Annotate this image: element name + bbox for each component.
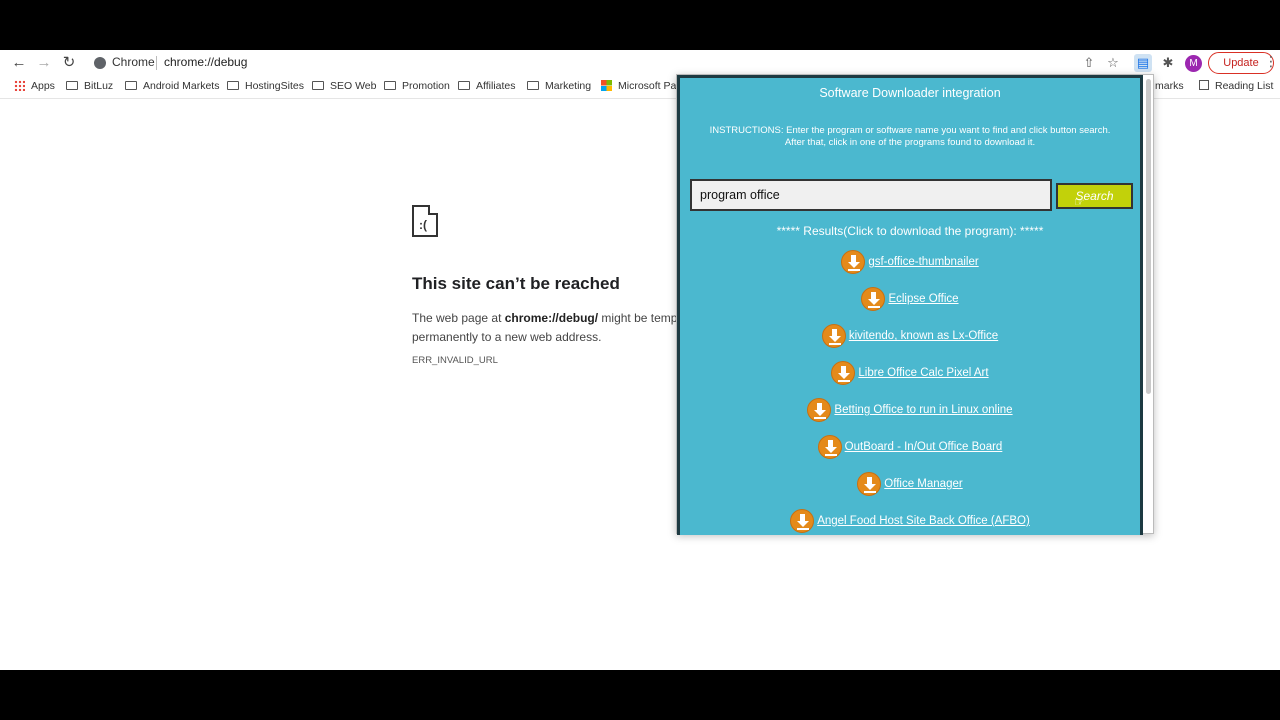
result-item[interactable]: Betting Office to run in Linux online <box>680 398 1140 425</box>
more-menu-icon[interactable]: ⋮ <box>1264 53 1278 70</box>
bookmark-label: SEO Web <box>330 80 377 92</box>
result-item[interactable]: kivitendo, known as Lx-Office <box>680 324 1140 351</box>
instructions-line2: After that, click in one of the programs… <box>784 137 1036 148</box>
bookmark-label: marks <box>1155 80 1184 92</box>
bookmark-android-markets[interactable]: Android Markets <box>125 80 219 92</box>
reading-list-icon <box>1199 80 1209 90</box>
browser-window: ← → ↻ Chrome chrome://debug ⇧ ☆ ▤ ✱ M Up… <box>0 50 1280 670</box>
error-text-line2: permanently to a new web address. <box>412 330 602 344</box>
omnibox-divider <box>156 56 157 70</box>
error-code: ERR_INVALID_URL <box>412 355 498 366</box>
bookmark-microsoft[interactable]: Microsoft Pa <box>601 80 676 92</box>
error-description: The web page at chrome://debug/ might be… <box>412 309 678 347</box>
result-item[interactable]: gsf-office-thumbnailer <box>680 250 1140 277</box>
download-icon <box>857 472 882 496</box>
back-icon[interactable]: ← <box>9 53 29 73</box>
sad-page-icon: :( <box>412 205 438 237</box>
bookmark-other[interactable]: marks <box>1155 80 1184 92</box>
search-button[interactable]: Search <box>1056 183 1133 209</box>
bookmark-label: Marketing <box>545 80 592 92</box>
bookmark-hostingsites[interactable]: HostingSites <box>227 80 304 92</box>
instructions-line1: INSTRUCTIONS: Enter the program or softw… <box>709 125 1111 136</box>
bookmark-label: HostingSites <box>245 80 304 92</box>
reload-icon[interactable]: ↻ <box>59 53 79 73</box>
bookmark-label: Reading List <box>1215 80 1274 92</box>
result-link[interactable]: kivitendo, known as Lx-Office <box>849 330 998 342</box>
result-link[interactable]: Angel Food Host Site Back Office (AFBO) <box>817 515 1030 527</box>
error-title: This site can’t be reached <box>412 274 620 293</box>
result-item[interactable]: Eclipse Office <box>680 287 1140 314</box>
bookmark-label: Promotion <box>402 80 450 92</box>
program-search-input[interactable] <box>690 179 1052 211</box>
error-text-after: might be temp <box>598 311 678 325</box>
bookmark-label: BitLuz <box>84 80 114 92</box>
download-icon <box>817 435 842 459</box>
result-link[interactable]: Office Manager <box>884 478 962 490</box>
bookmark-label: Apps <box>31 80 55 92</box>
software-downloader-extension-icon[interactable]: ▤ <box>1134 54 1152 72</box>
bookmark-label: Android Markets <box>143 80 220 92</box>
result-link[interactable]: Libre Office Calc Pixel Art <box>858 367 988 379</box>
popup-instructions: INSTRUCTIONS: Enter the program or softw… <box>690 125 1130 149</box>
bookmark-star-icon[interactable]: ☆ <box>1104 54 1122 72</box>
forward-icon[interactable]: → <box>34 53 54 73</box>
folder-icon <box>458 81 470 90</box>
folder-icon <box>125 81 137 90</box>
bookmark-seo-web[interactable]: SEO Web <box>312 80 377 92</box>
bookmark-label: Affiliates <box>476 80 516 92</box>
download-icon <box>861 287 886 311</box>
download-icon <box>790 509 815 533</box>
extensions-puzzle-icon[interactable]: ✱ <box>1159 54 1177 72</box>
bookmark-apps[interactable]: Apps <box>14 80 55 92</box>
hand-cursor-icon: ☞ <box>1074 195 1085 209</box>
result-link[interactable]: Betting Office to run in Linux online <box>834 404 1012 416</box>
download-icon <box>821 324 846 348</box>
folder-icon <box>384 81 396 90</box>
result-link[interactable]: OutBoard - In/Out Office Board <box>845 441 1003 453</box>
site-chip: Chrome <box>112 55 155 69</box>
bookmark-reading-list[interactable]: Reading List <box>1199 80 1273 92</box>
download-icon <box>841 250 866 274</box>
microsoft-icon <box>601 80 612 91</box>
bookmark-marketing[interactable]: Marketing <box>527 80 591 92</box>
bookmark-bitluz[interactable]: BitLuz <box>66 80 113 92</box>
downloader-panel: Software Downloader integration INSTRUCT… <box>677 75 1143 535</box>
error-url: chrome://debug/ <box>504 311 599 325</box>
download-icon <box>807 398 832 422</box>
folder-icon <box>227 81 239 90</box>
error-text-before: The web page at <box>412 311 505 325</box>
result-item[interactable]: Office Manager <box>680 472 1140 499</box>
folder-icon <box>66 81 78 90</box>
url-text[interactable]: chrome://debug <box>164 55 247 69</box>
apps-grid-icon <box>14 80 25 91</box>
address-bar[interactable]: Chrome chrome://debug <box>86 51 1126 75</box>
result-link[interactable]: gsf-office-thumbnailer <box>868 256 978 268</box>
popup-title: Software Downloader integration <box>819 86 1001 100</box>
result-link[interactable]: Eclipse Office <box>888 293 958 305</box>
browser-toolbar: ← → ↻ Chrome chrome://debug ⇧ ☆ ▤ ✱ M Up… <box>0 50 1280 76</box>
folder-icon <box>527 81 539 90</box>
folder-icon <box>312 81 324 90</box>
bookmark-label: Microsoft Pa <box>618 80 677 92</box>
extension-popup: Software Downloader integration INSTRUCT… <box>676 74 1154 535</box>
result-item[interactable]: Libre Office Calc Pixel Art <box>680 361 1140 388</box>
bookmark-affiliates[interactable]: Affiliates <box>458 80 516 92</box>
profile-avatar[interactable]: M <box>1185 55 1202 72</box>
result-item[interactable]: Angel Food Host Site Back Office (AFBO) <box>680 509 1140 535</box>
popup-scrollbar[interactable] <box>1146 79 1151 394</box>
site-info-icon[interactable] <box>94 57 106 69</box>
result-item[interactable]: OutBoard - In/Out Office Board <box>680 435 1140 462</box>
share-icon[interactable]: ⇧ <box>1080 54 1098 72</box>
results-header: ***** Results(Click to download the prog… <box>776 224 1044 238</box>
bookmark-promotion[interactable]: Promotion <box>384 80 450 92</box>
download-icon <box>831 361 856 385</box>
